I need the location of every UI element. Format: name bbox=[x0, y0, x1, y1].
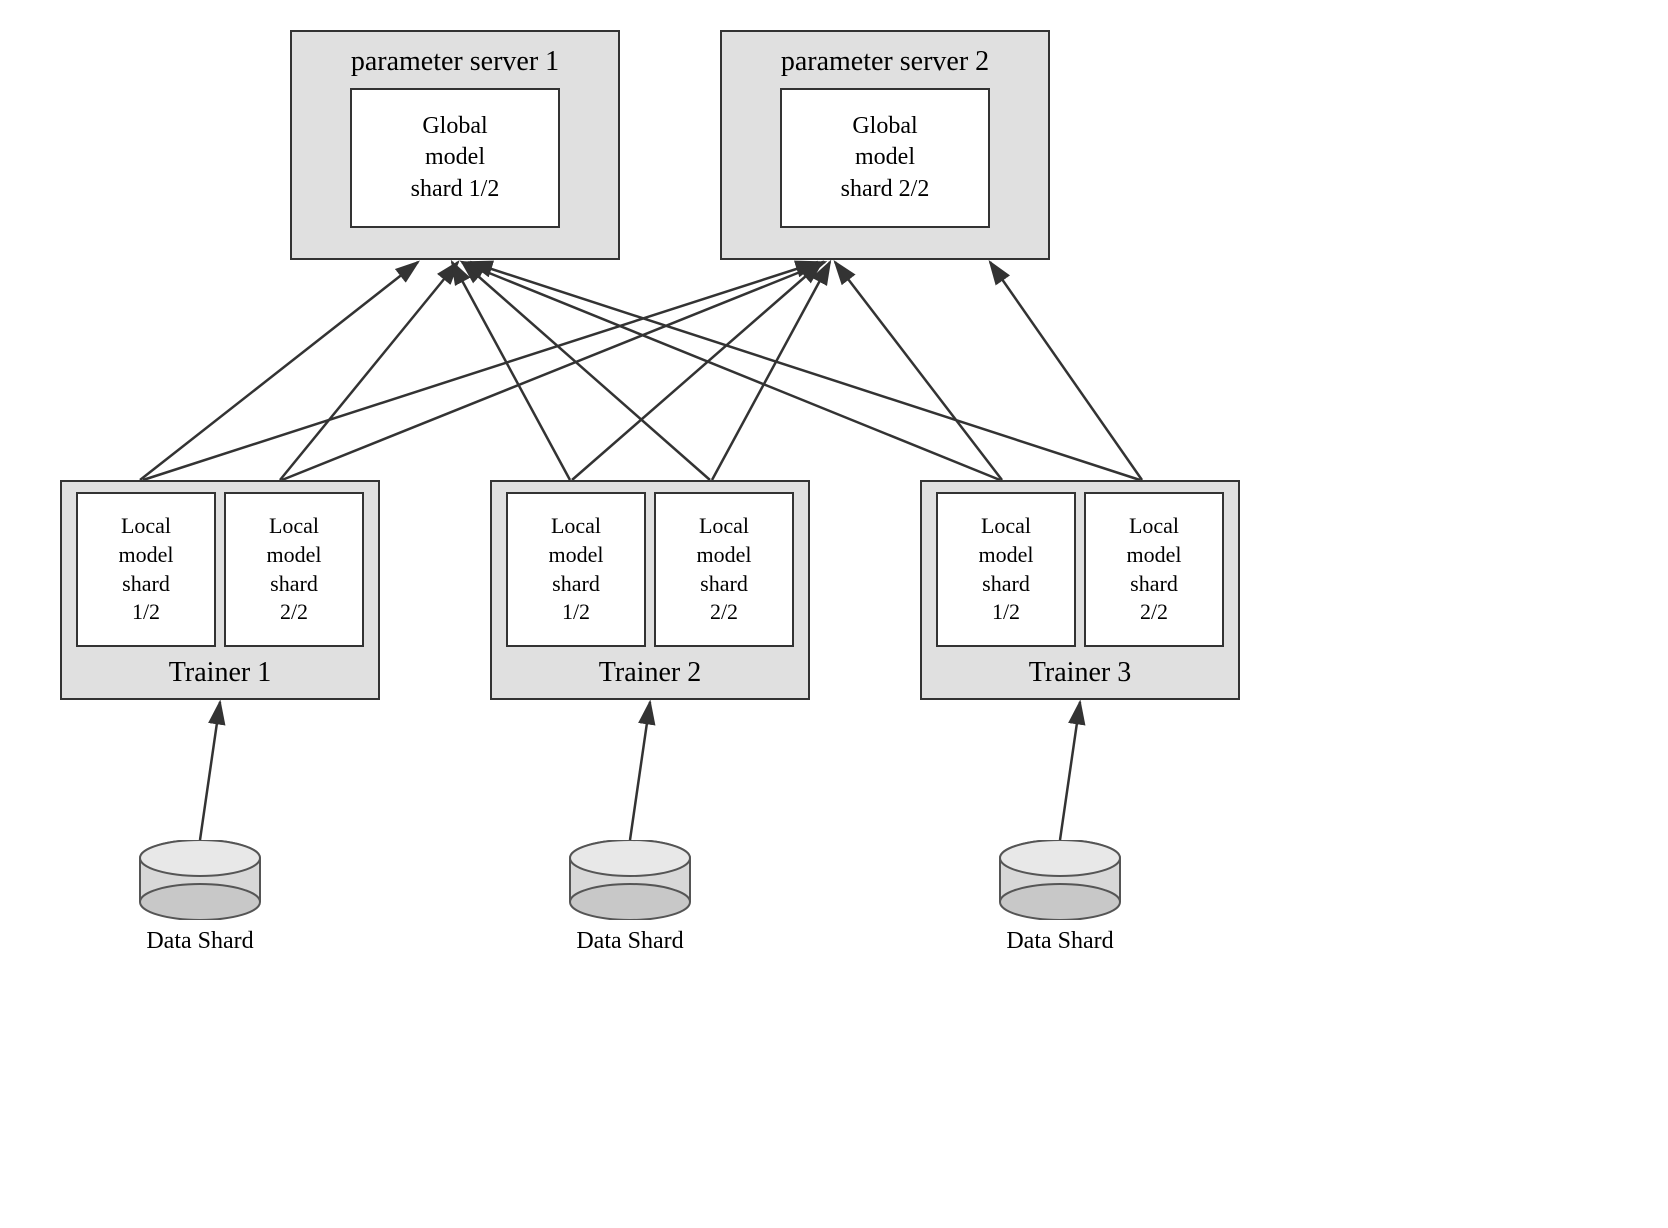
global-model-shard-2: Globalmodelshard 2/2 bbox=[780, 88, 990, 228]
cylinder-2-icon bbox=[560, 840, 700, 920]
arrow-t2s2-ps2 bbox=[712, 262, 830, 480]
param-server-1: parameter server 1 Globalmodelshard 1/2 bbox=[290, 30, 620, 260]
trainer-1-shards: Localmodelshard1/2 Localmodelshard2/2 bbox=[76, 492, 364, 647]
trainer-3-shards: Localmodelshard1/2 Localmodelshard2/2 bbox=[936, 492, 1224, 647]
trainer-3: Localmodelshard1/2 Localmodelshard2/2 Tr… bbox=[920, 480, 1240, 700]
data-shard-1: Data Shard bbox=[130, 840, 270, 955]
param-server-1-label: parameter server 1 bbox=[351, 46, 559, 78]
data-shard-2-label: Data Shard bbox=[576, 928, 683, 955]
arrow-t2s1-ps1 bbox=[452, 262, 570, 480]
arrow-ds1-t1 bbox=[200, 702, 220, 840]
arrow-t1s1-ps2 bbox=[143, 262, 818, 480]
local-shard-3-1: Localmodelshard1/2 bbox=[936, 492, 1076, 647]
cylinder-3-icon bbox=[990, 840, 1130, 920]
data-shard-3: Data Shard bbox=[990, 840, 1130, 955]
arrow-ds2-t2 bbox=[630, 702, 650, 840]
param-server-2-label: parameter server 2 bbox=[781, 46, 989, 78]
arrow-t3s2-ps1 bbox=[470, 262, 1140, 480]
trainer-2-shards: Localmodelshard1/2 Localmodelshard2/2 bbox=[506, 492, 794, 647]
local-shard-3-2: Localmodelshard2/2 bbox=[1084, 492, 1224, 647]
trainer-3-label: Trainer 3 bbox=[1029, 657, 1131, 689]
arrow-t3s1-ps1 bbox=[462, 262, 1000, 480]
local-shard-1-2: Localmodelshard2/2 bbox=[224, 492, 364, 647]
param-server-2: parameter server 2 Globalmodelshard 2/2 bbox=[720, 30, 1050, 260]
global-model-shard-1: Globalmodelshard 1/2 bbox=[350, 88, 560, 228]
trainer-2-label: Trainer 2 bbox=[599, 657, 701, 689]
data-shard-3-label: Data Shard bbox=[1006, 928, 1113, 955]
local-shard-1-1: Localmodelshard1/2 bbox=[76, 492, 216, 647]
local-shard-2-2: Localmodelshard2/2 bbox=[654, 492, 794, 647]
arrow-ds3-t3 bbox=[1060, 702, 1080, 840]
data-shard-1-label: Data Shard bbox=[146, 928, 253, 955]
arrow-t1s2-ps1 bbox=[280, 262, 458, 480]
arrow-t1s2-ps2 bbox=[282, 262, 825, 480]
arrow-t1s1-ps1 bbox=[140, 262, 418, 480]
trainer-1: Localmodelshard1/2 Localmodelshard2/2 Tr… bbox=[60, 480, 380, 700]
arrow-t2s1-ps2 bbox=[572, 262, 822, 480]
trainer-2: Localmodelshard1/2 Localmodelshard2/2 Tr… bbox=[490, 480, 810, 700]
arrow-t3s1-ps2 bbox=[835, 262, 1002, 480]
arrow-t2s2-ps1 bbox=[462, 262, 710, 480]
trainer-1-label: Trainer 1 bbox=[169, 657, 271, 689]
arrow-t3s2-ps2 bbox=[990, 262, 1142, 480]
local-shard-2-1: Localmodelshard1/2 bbox=[506, 492, 646, 647]
data-shard-2: Data Shard bbox=[560, 840, 700, 955]
cylinder-1-icon bbox=[130, 840, 270, 920]
diagram: parameter server 1 Globalmodelshard 1/2 … bbox=[0, 0, 1668, 1228]
